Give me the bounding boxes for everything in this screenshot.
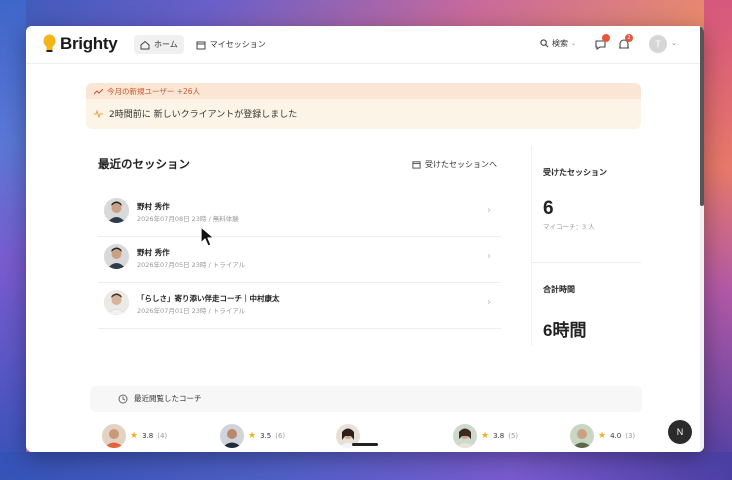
- event-notice: 2時間前に 新しいクライアントが登録しました: [94, 107, 297, 120]
- help-fab-button[interactable]: N: [668, 420, 692, 444]
- coach-card[interactable]: ★ 3.8 (4): [102, 424, 167, 448]
- nav-my-sessions-label: マイセッション: [209, 40, 266, 49]
- session-row[interactable]: 野村 秀作 2026年07月08日 23時 / 無料体験 ›: [98, 191, 501, 237]
- chevron-down-icon: ⌄: [571, 40, 577, 47]
- scrollbar-thumb[interactable]: [700, 26, 704, 206]
- coach-card[interactable]: ★ 3.5 (6): [220, 424, 285, 448]
- brand-name: Brighty: [60, 34, 118, 53]
- received-sessions-link-label: 受けたセッションへ: [425, 160, 497, 169]
- avatar: [104, 244, 129, 269]
- search-button[interactable]: 検索 ⌄: [540, 38, 576, 49]
- recent-coaches-title-text: 最近閲覧したコーチ: [134, 394, 202, 403]
- browser-window: Brighty ホーム マイセッション 検索 ⌄ 2 T ⌄ 今月の新規ユーザー…: [26, 26, 704, 452]
- desktop-wallpaper-left: [0, 0, 26, 480]
- avatar: [104, 198, 129, 223]
- star-icon: ★: [130, 431, 139, 441]
- coach-review-count: (3): [625, 432, 636, 440]
- recent-coaches-title: 最近閲覧したコーチ: [118, 393, 202, 404]
- session-coach-name: 野村 秀作: [137, 248, 170, 257]
- total-time-value: 6時間: [543, 321, 587, 340]
- progress-indicator: [352, 443, 378, 446]
- avatar: [453, 424, 477, 448]
- user-avatar[interactable]: T: [649, 35, 667, 53]
- chevron-right-icon: ›: [487, 205, 491, 216]
- total-time-label: 合計時間: [543, 285, 575, 294]
- nav-home-label: ホーム: [154, 40, 178, 49]
- nav-my-sessions[interactable]: マイセッション: [190, 35, 272, 54]
- activity-banner: 今月の新規ユーザー +26人 2時間前に 新しいクライアントが登録しました: [86, 83, 641, 129]
- new-users-notice: 今月の新規ユーザー +26人: [94, 86, 200, 97]
- search-icon: [540, 39, 549, 48]
- session-meta: 2026年07月08日 23時 / 無料体験: [137, 215, 239, 223]
- coach-card[interactable]: ★ 4.0 (3): [570, 424, 635, 448]
- avatar: [104, 290, 129, 315]
- notifications-button[interactable]: 2: [617, 34, 633, 51]
- notifications-badge: 2: [625, 34, 633, 42]
- received-sessions-label: 受けたセッション: [543, 168, 607, 177]
- star-icon: ★: [481, 431, 490, 441]
- session-list: 野村 秀作 2026年07月08日 23時 / 無料体験 › 野村 秀作 202…: [98, 191, 501, 329]
- session-row[interactable]: 野村 秀作 2026年07月05日 23時 / トライアル ›: [98, 237, 501, 283]
- brand-logo[interactable]: Brighty: [42, 34, 118, 54]
- coach-card[interactable]: ★ 3.8 (5): [453, 424, 518, 448]
- chevron-right-icon: ›: [487, 297, 491, 308]
- sessions-title: 最近のセッション: [98, 157, 190, 171]
- bulb-logo-icon: [43, 34, 56, 52]
- avatar: [102, 424, 126, 448]
- chevron-right-icon: ›: [487, 251, 491, 262]
- trend-up-icon: [94, 88, 103, 94]
- avatar: [570, 424, 594, 448]
- coach-rating: 3.8: [493, 432, 505, 440]
- app-header: Brighty ホーム マイセッション 検索 ⌄ 2 T ⌄: [26, 26, 700, 64]
- new-users-text: 今月の新規ユーザー +26人: [107, 87, 201, 96]
- nav-home[interactable]: ホーム: [134, 35, 184, 54]
- avatar: [220, 424, 244, 448]
- received-sessions-value: 6: [543, 198, 554, 219]
- session-meta: 2026年07月05日 23時 / トライアル: [137, 261, 246, 269]
- coach-rating: 4.0: [610, 432, 622, 440]
- event-text: 2時間前に 新しいクライアントが登録しました: [109, 110, 298, 120]
- coach-review-count: (5): [508, 432, 519, 440]
- calendar-icon: [412, 161, 421, 169]
- messages-badge: [602, 34, 610, 42]
- session-row[interactable]: 「らしさ」寄り添い伴走コーチ｜中村康太 2026年07月01日 23時 / トラ…: [98, 283, 501, 329]
- star-icon: ★: [598, 431, 607, 441]
- session-coach-name: 野村 秀作: [137, 202, 170, 211]
- stats-divider: [531, 146, 532, 346]
- main-nav: ホーム マイセッション: [134, 35, 272, 54]
- desktop-wallpaper-bottom: [0, 452, 732, 480]
- search-label: 検索: [552, 39, 568, 48]
- received-sessions-link[interactable]: 受けたセッションへ: [412, 159, 497, 170]
- star-icon: ★: [248, 431, 257, 441]
- mouse-cursor-icon: [200, 226, 215, 247]
- desktop-wallpaper-right: [704, 0, 732, 480]
- home-icon: [140, 40, 150, 49]
- coach-review-count: (4): [157, 432, 168, 440]
- chevron-down-icon[interactable]: ⌄: [671, 39, 677, 47]
- coach-review-count: (6): [275, 432, 286, 440]
- my-coach-count: マイコーチ：3 人: [543, 223, 595, 231]
- history-icon: [118, 394, 128, 403]
- coach-rating: 3.8: [142, 432, 154, 440]
- stats-separator: [531, 262, 641, 263]
- calendar-icon: [196, 41, 206, 49]
- session-coach-name: 「らしさ」寄り添い伴走コーチ｜中村康太: [137, 294, 280, 303]
- session-meta: 2026年07月01日 23時 / トライアル: [137, 307, 246, 315]
- pulse-icon: [94, 109, 103, 118]
- coach-rating: 3.5: [260, 432, 272, 440]
- messages-button[interactable]: [594, 34, 610, 51]
